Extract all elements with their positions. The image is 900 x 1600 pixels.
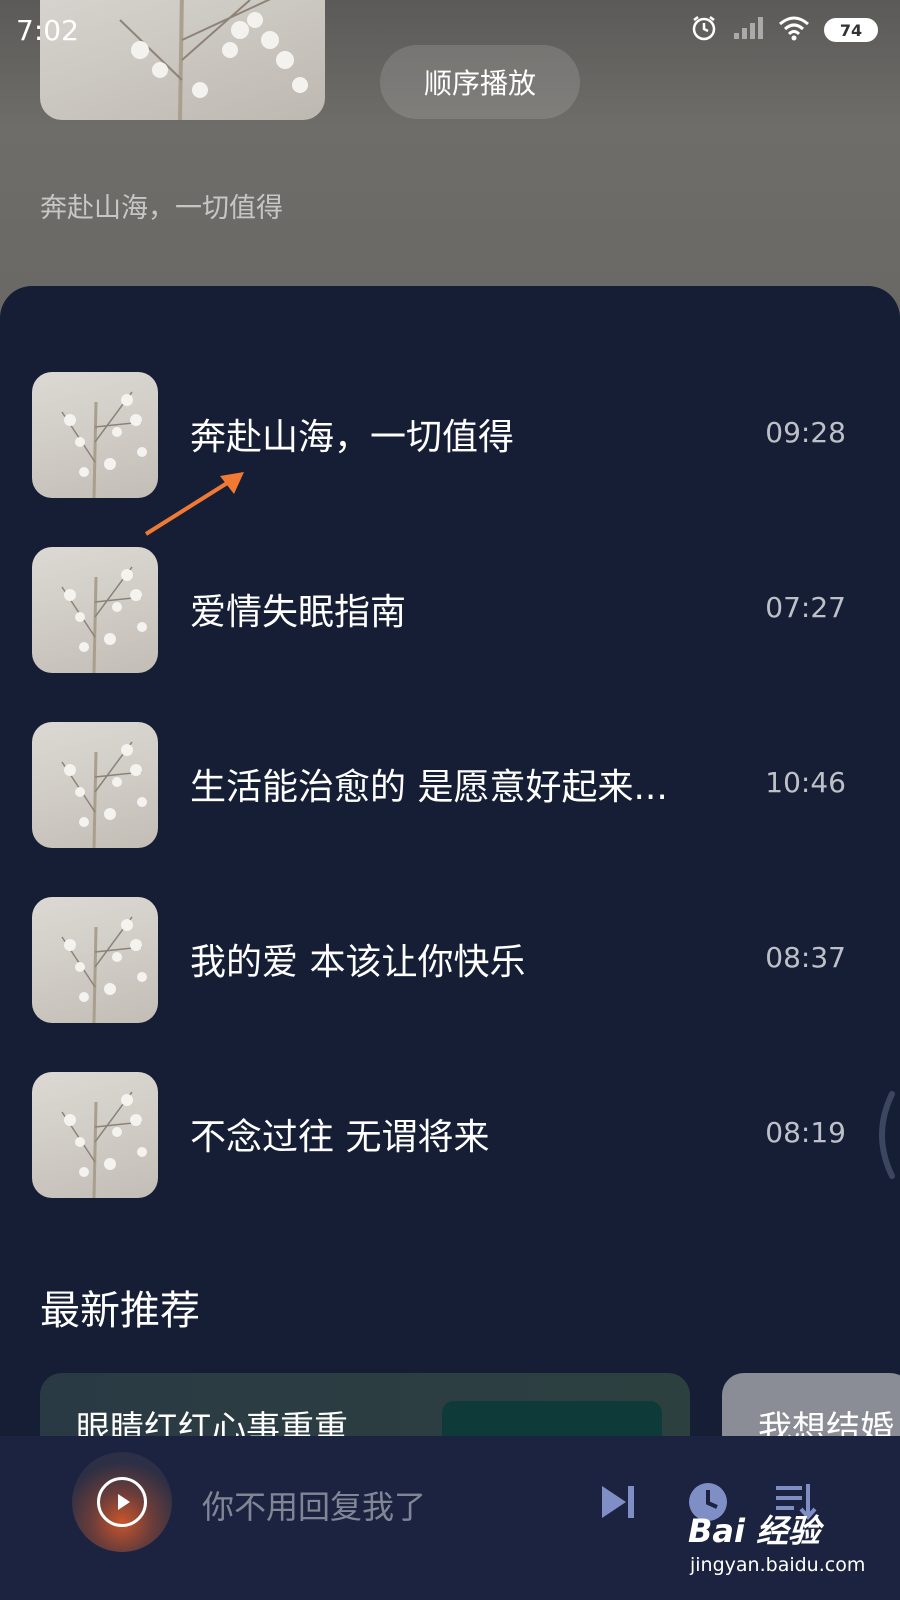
play-icon[interactable] xyxy=(97,1477,147,1527)
next-icon[interactable] xyxy=(596,1480,640,1524)
track-title: 不念过往 无谓将来 xyxy=(190,1117,490,1158)
track-cover xyxy=(32,897,158,1023)
status-icons: 74 xyxy=(690,14,878,46)
drag-handle[interactable] xyxy=(870,1090,900,1180)
wifi-icon xyxy=(778,15,810,45)
watermark-url: jingyan.baidu.com xyxy=(690,1554,866,1576)
track-cover xyxy=(32,1072,158,1198)
annotation-arrow xyxy=(144,472,244,536)
status-time: 7:02 xyxy=(16,14,79,47)
track-title: 生活能治愈的 是愿意好起来... xyxy=(190,767,668,808)
track-row[interactable]: 我的爱 本该让你快乐 08:37 xyxy=(0,897,900,1023)
track-title: 我的爱 本该让你快乐 xyxy=(190,942,526,983)
track-row[interactable]: 不念过往 无谓将来 08:19 xyxy=(0,1072,900,1198)
now-playing-title[interactable]: 你不用回复我了 xyxy=(202,1482,426,1528)
mini-player-cover[interactable] xyxy=(72,1452,172,1552)
track-row[interactable]: 生活能治愈的 是愿意好起来... 10:46 xyxy=(0,722,900,848)
play-mode-button[interactable]: 顺序播放 xyxy=(380,45,580,119)
track-duration: 10:46 xyxy=(765,766,846,799)
baidu-watermark: Bai 经验 jingyan.baidu.com xyxy=(688,1506,888,1582)
album-header: 7:02 74 顺序播放 奔赴山海，一切值得 xyxy=(0,0,900,320)
album-subtitle: 奔赴山海，一切值得 xyxy=(40,193,283,224)
track-title: 奔赴山海，一切值得 xyxy=(190,417,515,458)
track-duration: 08:37 xyxy=(765,941,846,974)
track-row[interactable]: 爱情失眠指南 07:27 xyxy=(0,547,900,673)
signal-icon xyxy=(732,15,764,45)
track-row[interactable]: 奔赴山海，一切值得 09:28 xyxy=(0,372,900,498)
track-cover xyxy=(32,547,158,673)
track-duration: 07:27 xyxy=(765,591,846,624)
watermark-brand: Bai 经验 xyxy=(688,1512,821,1550)
track-cover xyxy=(32,722,158,848)
battery-icon: 74 xyxy=(824,18,878,42)
track-duration: 08:19 xyxy=(765,1116,846,1149)
track-duration: 09:28 xyxy=(765,416,846,449)
track-title: 爱情失眠指南 xyxy=(190,592,407,633)
alarm-icon xyxy=(690,14,718,46)
recommend-section-title: 最新推荐 xyxy=(40,1288,200,1334)
